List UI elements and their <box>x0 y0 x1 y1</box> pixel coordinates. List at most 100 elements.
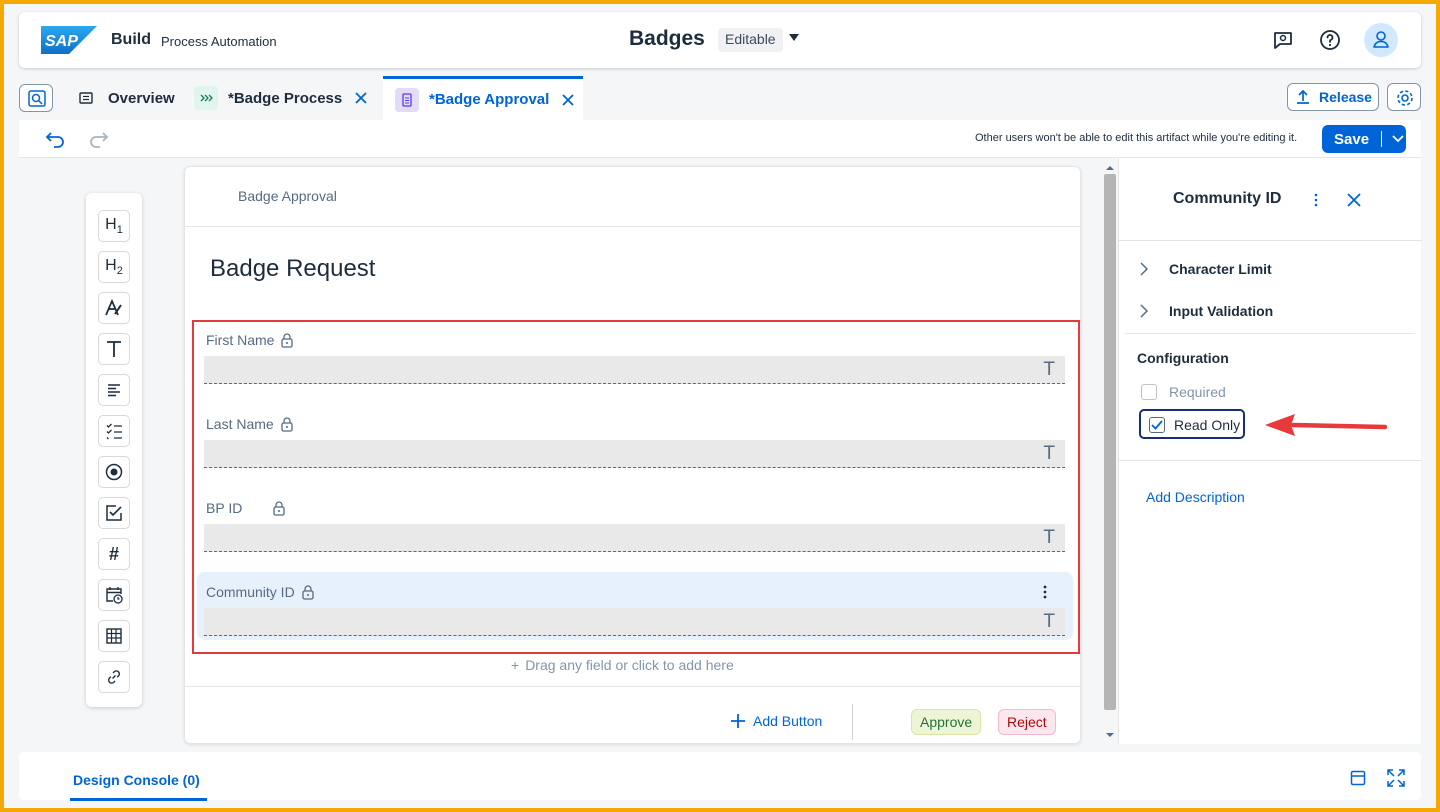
close-icon[interactable] <box>1347 193 1361 207</box>
text-type-icon: T <box>1043 359 1055 380</box>
design-console-bar: Design Console (0) <box>19 752 1421 801</box>
status-badge: Editable <box>718 28 783 52</box>
scrollbar-thumb[interactable] <box>1104 174 1116 710</box>
link-icon <box>108 670 120 684</box>
release-label: Release <box>1319 89 1372 105</box>
palette-heading2[interactable]: H2 <box>98 251 130 283</box>
more-options-icon[interactable] <box>1042 584 1048 600</box>
plus-icon: + <box>511 657 520 673</box>
field-label-text: Community ID <box>206 584 295 600</box>
panel-layout-icon[interactable] <box>1350 770 1366 786</box>
avatar[interactable] <box>1364 23 1398 57</box>
sap-logo-text: SAP <box>45 33 78 50</box>
tab-overview-label: Overview <box>108 89 175 107</box>
field-label-text: First Name <box>206 332 275 348</box>
palette-checkbox[interactable] <box>98 497 130 529</box>
palette-table[interactable] <box>98 620 130 652</box>
gear-icon <box>1397 90 1413 106</box>
community-id-input[interactable]: T <box>204 608 1065 636</box>
last-name-input[interactable]: T <box>204 440 1065 468</box>
paragraph-icon <box>108 384 120 397</box>
lock-icon <box>302 585 314 600</box>
process-icon <box>194 86 218 110</box>
palette-text[interactable] <box>98 333 130 365</box>
release-button[interactable]: Release <box>1287 83 1379 111</box>
chevron-right-icon <box>1140 262 1149 276</box>
shell-bar: SAP Build Process Automation Badges Edit… <box>19 12 1421 68</box>
drag-drop-hint[interactable]: + Drag any field or click to add here <box>511 657 734 673</box>
fields-highlight-box: First Name T Last Name T BP ID T Communi… <box>192 320 1080 654</box>
radio-icon <box>105 463 123 481</box>
required-checkbox[interactable]: Required <box>1141 384 1226 400</box>
sap-logo[interactable]: SAP <box>41 26 97 54</box>
form-title[interactable]: Badge Request <box>210 255 375 283</box>
field-label-community-id[interactable]: Community ID <box>206 584 315 600</box>
brand-name: Build <box>111 31 151 48</box>
reject-button[interactable]: Reject <box>998 709 1056 735</box>
first-name-input[interactable]: T <box>204 356 1065 384</box>
palette-checklist[interactable] <box>98 415 130 447</box>
scroll-down-icon[interactable] <box>1105 731 1115 739</box>
feedback-icon[interactable] <box>1271 28 1295 52</box>
tab-overview[interactable]: Overview <box>74 76 175 120</box>
fullscreen-icon[interactable] <box>1387 769 1405 787</box>
tab-badge-process-label: *Badge Process <box>228 89 343 107</box>
bp-id-input[interactable]: T <box>204 524 1065 552</box>
palette-heading1[interactable]: H1 <box>98 210 130 242</box>
palette-date[interactable] <box>98 579 130 611</box>
artifact-search-button[interactable] <box>19 84 53 112</box>
checklist-icon <box>106 423 122 440</box>
checkmark-icon <box>1151 420 1163 430</box>
properties-panel: Community ID Character Limit Input Valid… <box>1118 158 1422 744</box>
redo-icon[interactable] <box>87 129 109 149</box>
tab-badge-approval-label: *Badge Approval <box>429 91 550 108</box>
palette-paragraph[interactable] <box>98 374 130 406</box>
plus-icon <box>731 714 745 728</box>
close-icon[interactable] <box>561 93 575 107</box>
table-icon <box>106 628 122 644</box>
field-label-text: Last Name <box>206 416 274 432</box>
field-label-first-name[interactable]: First Name <box>206 332 294 348</box>
text-type-icon: T <box>1043 611 1055 632</box>
app-frame: SAP Build Process Automation Badges Edit… <box>4 4 1436 808</box>
read-only-checkbox[interactable]: Read Only <box>1149 417 1240 433</box>
palette-radio[interactable] <box>98 456 130 488</box>
section-character-limit[interactable]: Character Limit <box>1139 261 1272 277</box>
design-console-tab[interactable]: Design Console (0) <box>73 772 200 788</box>
page-title: Badges <box>629 27 705 50</box>
lock-icon <box>281 417 293 432</box>
palette-number[interactable]: # <box>98 538 130 570</box>
text-type-icon: T <box>1043 443 1055 464</box>
undo-icon[interactable] <box>45 129 67 149</box>
field-label-last-name[interactable]: Last Name <box>206 416 294 432</box>
more-options-icon[interactable] <box>1313 192 1319 208</box>
palette-text-style[interactable] <box>98 292 130 324</box>
form-canvas: Badge Approval Badge Request First Name … <box>184 166 1081 744</box>
tab-bar: Overview *Badge Process *Badge Approval … <box>19 76 1421 120</box>
heading1-icon: H1 <box>105 215 123 237</box>
add-button[interactable]: Add Button <box>731 713 822 729</box>
section-input-validation[interactable]: Input Validation <box>1139 303 1273 319</box>
approve-button[interactable]: Approve <box>911 709 982 735</box>
chevron-right-icon <box>1140 304 1149 318</box>
heading2-icon: H2 <box>105 256 123 278</box>
user-icon <box>1373 31 1389 48</box>
close-icon[interactable] <box>354 91 368 105</box>
chevron-down-icon[interactable] <box>789 34 799 41</box>
add-description-link[interactable]: Add Description <box>1146 489 1245 505</box>
configuration-heading: Configuration <box>1137 350 1229 366</box>
help-icon[interactable] <box>1318 28 1342 52</box>
text-icon <box>107 341 121 357</box>
text-type-icon: T <box>1043 527 1055 548</box>
chevron-down-icon[interactable] <box>1392 135 1404 143</box>
tab-badge-approval[interactable]: *Badge Approval <box>383 76 583 120</box>
save-button[interactable]: Save <box>1322 125 1406 153</box>
scroll-up-icon[interactable] <box>1105 164 1115 172</box>
tab-badge-process[interactable]: *Badge Process <box>194 76 368 120</box>
product-name: Process Automation <box>161 34 277 49</box>
field-label-bp-id[interactable]: BP ID <box>206 500 286 516</box>
palette-link[interactable] <box>98 661 130 693</box>
settings-button[interactable] <box>1387 83 1421 111</box>
checkbox-unchecked <box>1141 384 1157 400</box>
text-style-icon <box>105 299 122 316</box>
